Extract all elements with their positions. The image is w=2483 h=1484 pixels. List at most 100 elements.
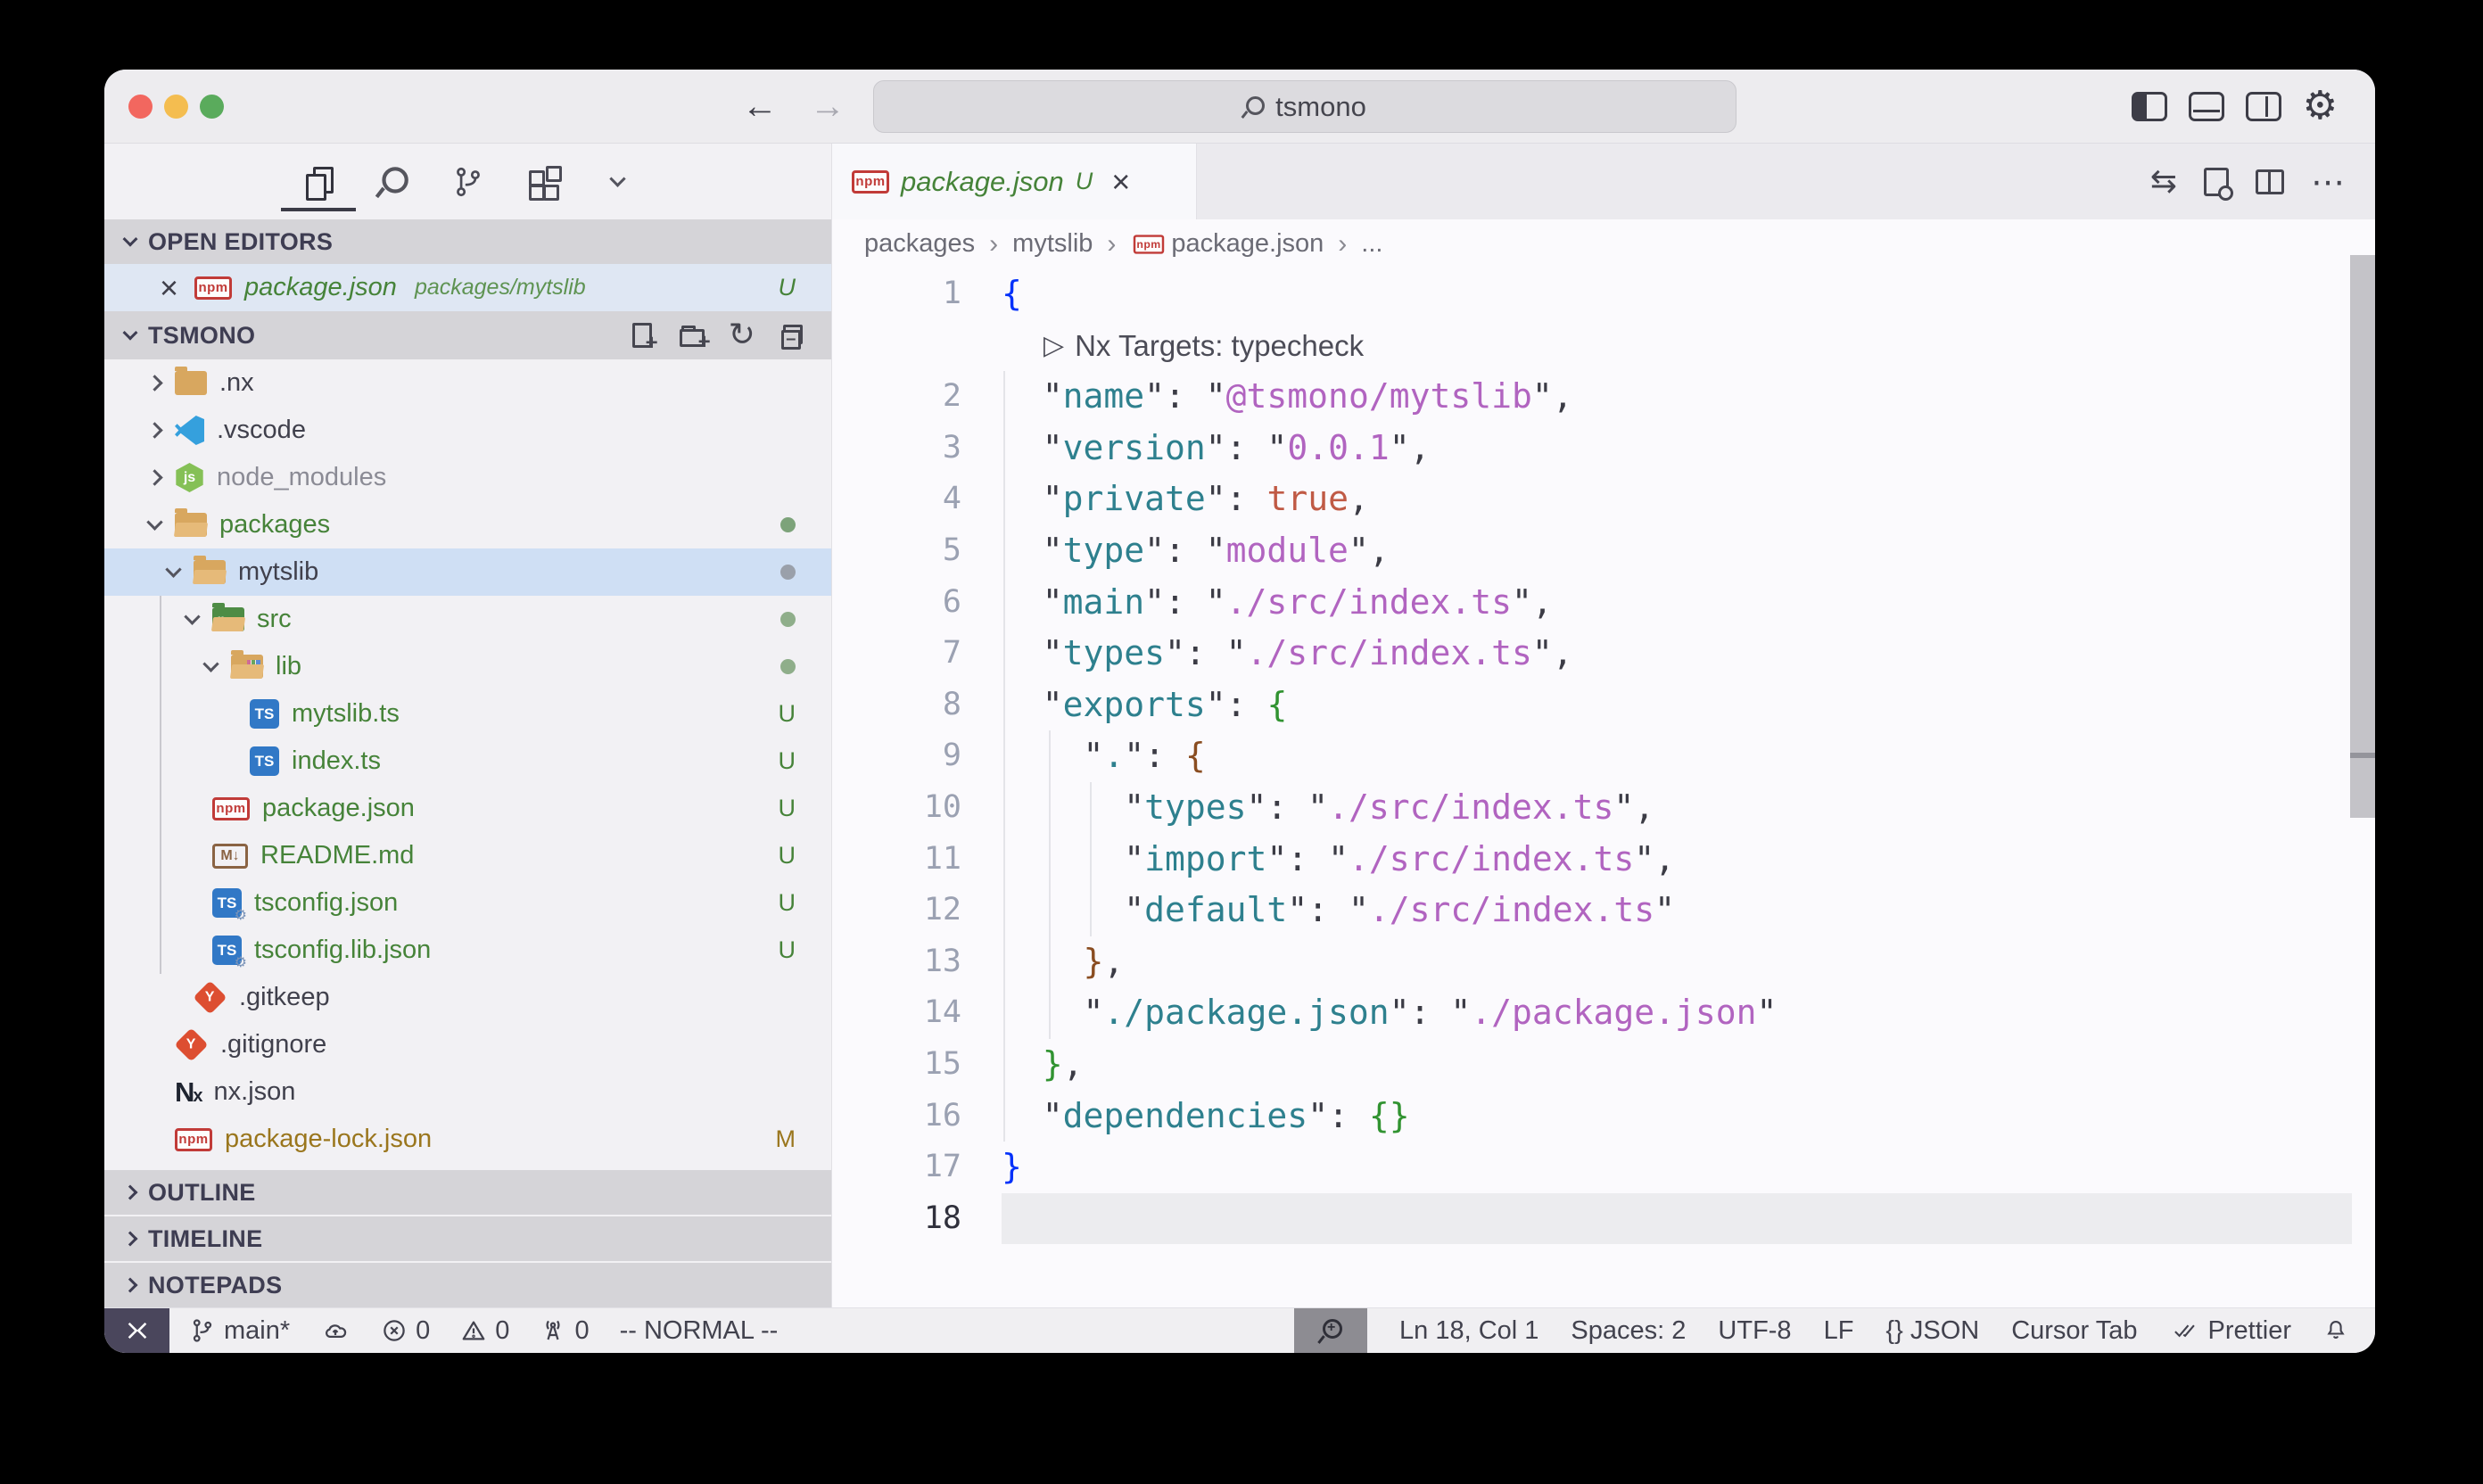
status-item-eol[interactable]: LF — [1824, 1316, 1854, 1346]
tree-item-packages[interactable]: packages — [104, 501, 831, 548]
open-editor-item[interactable]: × npm package.json packages/mytslib U — [104, 264, 831, 311]
collapse-all-icon[interactable] — [776, 319, 808, 351]
refresh-icon[interactable]: ↻ — [726, 319, 758, 351]
code-line-6[interactable]: 6 "main": "./src/index.ts", — [832, 577, 2375, 629]
status-item-cursor-position[interactable]: Ln 18, Col 1 — [1399, 1316, 1538, 1346]
status-item-cursor-tab[interactable]: Cursor Tab — [2011, 1316, 2137, 1346]
code-line-7[interactable]: 7 "types": "./src/index.ts", — [832, 628, 2375, 680]
tree-item-.gitkeep[interactable]: Y.gitkeep — [104, 974, 831, 1021]
code-line-12[interactable]: 12 "default": "./src/index.ts" — [832, 885, 2375, 936]
search-view-icon[interactable] — [375, 164, 411, 200]
command-center-search[interactable]: tsmono — [873, 80, 1736, 133]
section-header-outline[interactable]: OUTLINE — [104, 1168, 831, 1215]
views-chevron-icon[interactable] — [600, 164, 636, 200]
open-preview-icon[interactable] — [2204, 168, 2229, 196]
code-line-16[interactable]: 16 "dependencies": {} — [832, 1091, 2375, 1142]
status-item-0[interactable]: 0 — [381, 1316, 430, 1346]
extensions-icon[interactable] — [525, 164, 561, 200]
status-item-indentation[interactable]: Spaces: 2 — [1571, 1316, 1686, 1346]
tree-item-.gitignore[interactable]: Y.gitignore — [104, 1021, 831, 1068]
explorer-section-header[interactable]: TSMONO ↻ — [104, 311, 831, 359]
tree-item-package.json[interactable]: npmpackage.jsonU — [104, 785, 831, 832]
code-line-11[interactable]: 11 "import": "./src/index.ts", — [832, 834, 2375, 886]
code-line-2[interactable]: 2 "name": "@tsmono/mytslib", — [832, 371, 2375, 423]
source-control-icon[interactable] — [450, 164, 486, 200]
status-item-zoom-box[interactable]: + — [1294, 1308, 1367, 1353]
npm-icon: npm — [1134, 235, 1164, 253]
git-status-badge: U — [779, 842, 796, 870]
codelens[interactable]: ▷Nx Targets: typecheck — [975, 320, 1364, 372]
tree-item-src[interactable]: ‹›src — [104, 596, 831, 643]
close-tab-icon[interactable]: × — [1111, 166, 1130, 198]
tree-item-tsconfig.json[interactable]: TS⚙tsconfig.jsonU — [104, 879, 831, 927]
tree-item-lib[interactable]: lib — [104, 643, 831, 690]
markdown-icon: M↓ — [212, 844, 248, 869]
split-editor-icon[interactable] — [2256, 169, 2284, 194]
scrollbar-thumb[interactable] — [2350, 255, 2375, 753]
code-line-14[interactable]: 14 "./package.json": "./package.json" — [832, 987, 2375, 1039]
open-changes-icon[interactable]: ⇆ — [2150, 163, 2177, 200]
status-item-normal[interactable]: -- NORMAL -- — [620, 1316, 779, 1346]
code-editor[interactable]: 1{▷Nx Targets: typecheck2 "name": "@tsmo… — [832, 268, 2375, 1307]
section-header-timeline[interactable]: TIMELINE — [104, 1215, 831, 1261]
code-line-4[interactable]: 4 "private": true, — [832, 474, 2375, 525]
git-status-badge: U — [779, 889, 796, 917]
new-file-icon[interactable] — [626, 319, 658, 351]
tree-item-README.md[interactable]: M↓README.mdU — [104, 832, 831, 879]
tree-item-nx.json[interactable]: Nxnx.json — [104, 1068, 831, 1116]
breadcrumb-item[interactable]: ... — [1361, 229, 1382, 259]
new-folder-icon[interactable] — [676, 319, 708, 351]
close-editor-icon[interactable]: × — [160, 272, 178, 304]
status-item-language-mode[interactable]: {} JSON — [1885, 1316, 1979, 1346]
code-line-3[interactable]: 3 "version": "0.0.1", — [832, 423, 2375, 474]
tree-item-tsconfig.lib.json[interactable]: TS⚙tsconfig.lib.jsonU — [104, 927, 831, 974]
toggle-panel-icon[interactable] — [2189, 92, 2224, 121]
maximize-window-button[interactable] — [200, 95, 224, 119]
explorer-icon[interactable] — [301, 164, 336, 200]
status-item-encoding[interactable]: UTF-8 — [1718, 1316, 1791, 1346]
code-line-8[interactable]: 8 "exports": { — [832, 680, 2375, 731]
tab-package-json[interactable]: npm package.json U × — [832, 144, 1197, 219]
scrollbar-thumb-lower[interactable] — [2350, 758, 2375, 818]
more-actions-icon[interactable]: ⋯ — [2311, 162, 2345, 202]
status-item-0[interactable]: 0 — [540, 1316, 589, 1346]
minimize-window-button[interactable] — [164, 95, 188, 119]
tree-item-.vscode[interactable]: .vscode — [104, 407, 831, 454]
toggle-sidebar-icon[interactable] — [2132, 92, 2167, 121]
forward-button[interactable]: → — [810, 87, 846, 127]
breadcrumb-item[interactable]: npmpackage.json — [1130, 229, 1324, 259]
code-line-10[interactable]: 10 "types": "./src/index.ts", — [832, 782, 2375, 834]
code-line-15[interactable]: 15 }, — [832, 1039, 2375, 1091]
back-button[interactable]: ← — [742, 87, 778, 127]
tree-item-package-lock.json[interactable]: npmpackage-lock.jsonM — [104, 1116, 831, 1163]
close-window-button[interactable] — [128, 95, 153, 119]
code-line-5[interactable]: 5 "type": "module", — [832, 525, 2375, 577]
run-target-icon[interactable]: ▷ — [1044, 320, 1064, 372]
open-editors-header[interactable]: OPEN EDITORS — [104, 219, 831, 264]
code-line-17[interactable]: 17} — [832, 1142, 2375, 1193]
tab-git-badge: U — [1076, 168, 1093, 195]
gear-icon[interactable]: ⚙ — [2303, 87, 2338, 126]
tree-item-mytslib.ts[interactable]: TSmytslib.tsU — [104, 690, 831, 738]
status-item-formatter[interactable]: Prettier — [2170, 1316, 2291, 1346]
tree-item-index.ts[interactable]: TSindex.tsU — [104, 738, 831, 785]
code-line-1[interactable]: 1{ — [832, 268, 2375, 320]
tree-item-label: .gitkeep — [239, 983, 330, 1012]
status-item-0[interactable]: 0 — [460, 1316, 509, 1346]
section-header-notepads[interactable]: NOTEPADS — [104, 1261, 831, 1307]
remote-indicator[interactable] — [104, 1308, 169, 1353]
toggle-secondary-sidebar-icon[interactable] — [2246, 92, 2281, 121]
breadcrumb-item[interactable]: mytslib — [1012, 229, 1093, 259]
chevron-right-icon — [123, 1232, 138, 1247]
status-item-notifications[interactable] — [2323, 1317, 2348, 1344]
status-item-main[interactable]: main* — [189, 1316, 290, 1346]
code-line-13[interactable]: 13 }, — [832, 936, 2375, 988]
git-status-badge: U — [779, 795, 796, 822]
code-line-9[interactable]: 9 ".": { — [832, 730, 2375, 782]
tree-item-mytslib[interactable]: mytslib — [104, 548, 831, 596]
code-line-18[interactable]: 18 — [832, 1193, 2375, 1245]
tree-item-node-modules[interactable]: jsnode_modules — [104, 454, 831, 501]
tree-item-.nx[interactable]: .nx — [104, 359, 831, 407]
status-item-cloud-upload[interactable] — [320, 1317, 351, 1344]
breadcrumb-item[interactable]: packages — [864, 229, 975, 259]
